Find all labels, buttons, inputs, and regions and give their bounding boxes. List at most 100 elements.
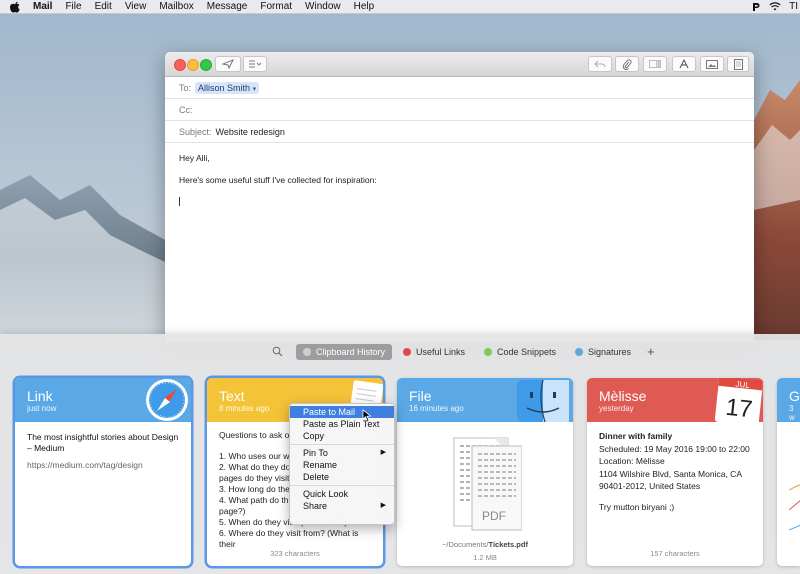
menu-app-mail[interactable]: Mail — [33, 1, 52, 12]
card-header: File 16 minutes ago — [397, 378, 573, 422]
menu-window[interactable]: Window — [305, 1, 341, 12]
fonts-button[interactable] — [672, 56, 696, 72]
sidebar-toggle-icon — [649, 60, 661, 68]
reply-button[interactable] — [588, 56, 612, 72]
attach-button[interactable] — [615, 56, 639, 72]
safari-compass-icon — [146, 379, 188, 421]
tab-clipboard-history[interactable]: Clipboard History — [296, 344, 393, 360]
text-cursor — [179, 197, 180, 206]
menu-item-delete[interactable]: Delete — [290, 471, 394, 483]
cc-label: Cc: — [179, 104, 193, 115]
link-title: The most insightful stories about Design… — [27, 432, 179, 453]
event-line: Try mutton biryani ;) — [599, 501, 675, 512]
document-icon — [733, 58, 743, 70]
clipboard-panel: Clipboard History Useful Links Code Snip… — [0, 334, 800, 574]
menu-edit[interactable]: Edit — [95, 1, 112, 12]
menu-view[interactable]: View — [125, 1, 147, 12]
clip-card-event[interactable]: Mèlisse yesterday JUL 17 Dinner with fam… — [587, 378, 763, 566]
menu-item-label: Share — [303, 501, 328, 511]
zoom-window-button[interactable] — [200, 59, 212, 71]
tab-useful-links[interactable]: Useful Links — [396, 344, 472, 360]
subject-field[interactable]: Subject: Website redesign — [165, 121, 754, 143]
menu-file[interactable]: File — [65, 1, 81, 12]
card-timestamp: 3 w — [789, 404, 795, 422]
card-timestamp: yesterday — [599, 404, 634, 413]
reply-arrow-icon — [594, 60, 606, 67]
card-title: Text — [219, 388, 245, 404]
body-greeting: Hey Alli, — [179, 153, 210, 163]
menu-item-share[interactable]: Share ▶ — [290, 500, 394, 512]
event-line: Scheduled: 19 May 2016 19:00 to 22:00 — [599, 443, 750, 454]
menu-help[interactable]: Help — [354, 1, 375, 12]
subject-label: Subject: — [179, 126, 212, 137]
menu-item-label: Paste as Plain Text — [303, 419, 380, 429]
tab-code-snippets[interactable]: Code Snippets — [477, 344, 563, 360]
text-line: 6. Where do they visit from? (What is th… — [219, 528, 359, 549]
menu-item-label: Delete — [303, 472, 330, 482]
paperclip-icon — [622, 59, 632, 70]
list-dropdown-icon — [249, 60, 262, 68]
menu-item-copy[interactable]: Copy — [290, 430, 394, 442]
wifi-icon[interactable] — [769, 2, 781, 11]
menu-mailbox[interactable]: Mailbox — [159, 1, 193, 12]
menu-item-rename[interactable]: Rename — [290, 459, 394, 471]
card-title: Link — [27, 388, 53, 404]
tab-label: Useful Links — [416, 347, 466, 357]
char-count: 323 characters — [270, 549, 320, 558]
menu-item-pin-to[interactable]: Pin To ▶ — [290, 447, 394, 459]
menu-item-label: Rename — [303, 460, 338, 470]
tab-label: Clipboard History — [316, 347, 386, 357]
menu-format[interactable]: Format — [260, 1, 292, 12]
stationery-button[interactable] — [727, 56, 749, 72]
pdf-label: PDF — [482, 509, 506, 523]
format-bar-button[interactable] — [643, 56, 667, 72]
search-icon[interactable] — [272, 346, 283, 357]
menu-item-paste-plain[interactable]: Paste as Plain Text — [290, 418, 394, 430]
card-title: Mèlisse — [599, 388, 647, 404]
card-title: File — [409, 388, 432, 404]
context-menu: Paste to Mail Paste as Plain Text Copy P… — [289, 403, 395, 525]
submenu-arrow-icon: ▶ — [380, 449, 386, 456]
event-line: 1104 Wilshire Blvd, Santa Monica, CA 904… — [599, 468, 742, 492]
tab-dot-icon — [484, 348, 492, 356]
send-button[interactable] — [215, 56, 241, 72]
menu-item-quick-look[interactable]: Quick Look — [290, 488, 394, 500]
clip-card-partial[interactable]: G 3 w — [777, 378, 800, 566]
event-line: Location: Mèlisse — [599, 456, 665, 466]
card-content: The most insightful stories about Design… — [15, 422, 191, 479]
menu-right-label[interactable]: TI — [789, 1, 798, 12]
menu-item-label: Copy — [303, 431, 325, 441]
pinboard-tabs: Clipboard History Useful Links Code Snip… — [0, 344, 800, 360]
subject-value: Website redesign — [215, 126, 285, 137]
add-pinboard-button[interactable]: + — [647, 344, 655, 360]
message-body[interactable]: Hey Alli, Here's some useful stuff I've … — [165, 143, 754, 216]
to-field[interactable]: To: Allison Smith ▾ — [165, 77, 754, 99]
tab-signatures[interactable]: Signatures — [568, 344, 638, 360]
event-title: Dinner with family — [599, 431, 673, 441]
menu-message[interactable]: Message — [207, 1, 248, 12]
finder-icon — [517, 379, 569, 422]
menu-item-label: Paste to Mail — [303, 407, 356, 417]
photo-browser-button[interactable] — [700, 56, 724, 72]
card-content: Dinner with family Scheduled: 19 May 201… — [587, 422, 763, 521]
menu-item-paste-to-mail[interactable]: Paste to Mail — [290, 406, 394, 422]
cc-field[interactable]: Cc: — [165, 99, 754, 121]
paper-plane-icon — [222, 59, 234, 69]
menu-item-label: Pin To — [303, 448, 328, 458]
apple-icon[interactable] — [10, 1, 21, 13]
card-header: G 3 w — [777, 378, 800, 422]
card-header: Mèlisse yesterday JUL 17 — [587, 378, 763, 422]
header-fields-button[interactable] — [243, 56, 267, 72]
calendar-month: JUL — [735, 380, 751, 390]
chart-thumbnail — [788, 484, 800, 531]
recipient-chip[interactable]: Allison Smith ▾ — [195, 81, 260, 94]
minimize-window-button[interactable] — [187, 59, 199, 71]
clip-card-file[interactable]: File 16 minutes ago PDF ~/Documents/Tick… — [397, 378, 573, 566]
link-url: https://medium.com/tag/design — [27, 460, 143, 470]
chevron-down-icon: ▾ — [252, 85, 257, 93]
paste-app-icon[interactable] — [752, 2, 761, 12]
tab-label: Code Snippets — [497, 347, 557, 357]
card-timestamp: just now — [27, 404, 57, 413]
close-window-button[interactable] — [174, 59, 186, 71]
clip-card-link[interactable]: Link just now The most insightful storie… — [15, 378, 191, 566]
